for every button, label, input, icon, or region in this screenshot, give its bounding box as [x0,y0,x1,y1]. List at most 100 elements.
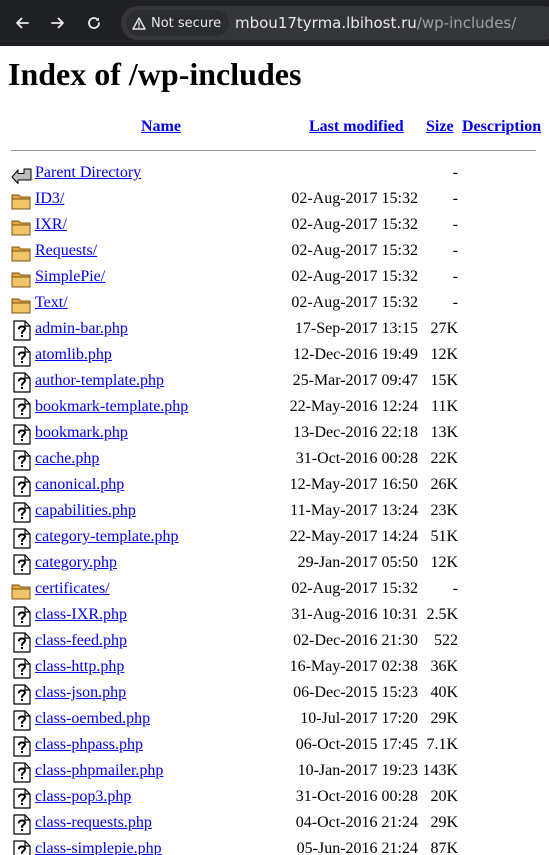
last-modified: 31-Oct-2016 00:28 [295,788,418,805]
file-link[interactable]: class-IXR.php [35,606,127,624]
file-link[interactable]: class-phpmailer.php [35,762,163,780]
unknown-file-icon [11,320,32,341]
file-size: - [452,190,458,207]
last-modified: 12-Dec-2016 19:49 [293,346,418,363]
file-row: admin-bar.php 17-Sep-2017 13:15 27K [0,317,549,343]
forward-button[interactable] [44,9,72,37]
folder-icon [11,242,32,263]
url-text[interactable]: mbou17tyrma.lbihost.ru/wp-includes/ [235,14,516,32]
file-link[interactable]: class-json.php [35,684,126,702]
parent-directory-row: Parent Directory - [0,161,549,187]
unknown-file-icon [11,710,32,731]
file-link[interactable]: SimplePie/ [35,268,105,286]
file-link[interactable]: category.php [35,554,117,572]
file-row: IXR/02-Aug-2017 15:32 - [0,213,549,239]
security-chip[interactable]: Not secure [126,10,230,36]
file-link[interactable]: IXR/ [35,216,67,234]
file-link[interactable]: class-http.php [35,658,124,676]
file-row: class-json.php 06-Dec-2015 15:23 40K [0,681,549,707]
file-link[interactable]: atomlib.php [35,346,112,364]
file-row: certificates/02-Aug-2017 15:32 - [0,577,549,603]
last-modified: 11-May-2017 13:24 [290,502,418,519]
file-row: class-requests.php 04-Oct-2016 21:24 29K [0,811,549,837]
file-link[interactable]: class-oembed.php [35,710,150,728]
file-link[interactable]: class-pop3.php [35,788,131,806]
file-row: category-template.php 22-May-2017 14:24 51… [0,525,549,551]
unknown-file-icon [11,632,32,653]
folder-icon [11,190,32,211]
last-modified: 02-Aug-2017 15:32 [291,268,418,285]
file-link[interactable]: category-template.php [35,528,179,546]
file-link[interactable]: certificates/ [35,580,110,598]
last-modified: 02-Aug-2017 15:32 [291,190,418,207]
file-size: 26K [430,476,458,493]
last-modified: 02-Dec-2016 21:30 [293,632,418,649]
warning-triangle-icon [132,16,146,30]
file-link[interactable]: class-simplepie.php [35,840,162,855]
file-link[interactable]: capabilities.php [35,502,136,520]
last-modified: 25-Mar-2017 09:47 [292,372,418,389]
file-link[interactable]: class-requests.php [35,814,152,832]
file-row: bookmark-template.php 22-May-2016 12:24 11… [0,395,549,421]
file-link[interactable]: cache.php [35,450,99,468]
file-link[interactable]: bookmark.php [35,424,128,442]
file-link[interactable]: canonical.php [35,476,124,494]
file-link[interactable]: Requests/ [35,242,97,260]
column-header-name[interactable]: Name [141,118,181,136]
file-row: class-IXR.php 31-Aug-2016 10:31 2.5K [0,603,549,629]
arrow-right-icon [51,17,64,29]
file-row: class-simplepie.php 05-Jun-2016 21:24 87K [0,837,549,855]
file-size: 27K [430,320,458,337]
file-link[interactable]: class-feed.php [35,632,127,650]
file-size: 22K [430,450,458,467]
unknown-file-icon [11,502,32,523]
unknown-file-icon [11,814,32,835]
last-modified: 10-Jul-2017 17:20 [300,710,418,727]
last-modified: 13-Dec-2016 22:18 [293,424,418,441]
back-button[interactable] [8,9,36,37]
last-modified: 12-May-2017 16:50 [289,476,418,493]
last-modified: 06-Oct-2015 17:45 [295,736,418,753]
file-row: category.php 29-Jan-2017 05:50 12K [0,551,549,577]
column-header-description[interactable]: Description [462,118,541,136]
last-modified: 02-Aug-2017 15:32 [291,242,418,259]
file-link[interactable]: author-template.php [35,372,164,390]
file-row: atomlib.php 12-Dec-2016 19:49 12K [0,343,549,369]
file-link[interactable]: ID3/ [35,190,64,208]
file-row: Text/02-Aug-2017 15:32 - [0,291,549,317]
file-row: capabilities.php 11-May-2017 13:24 23K [0,499,549,525]
file-link[interactable]: Text/ [35,294,68,312]
file-link[interactable]: class-phpass.php [35,736,143,754]
page-content: Index of /wp-includes Name Last modified… [0,46,549,855]
file-size: - [452,580,458,597]
unknown-file-icon [11,424,32,445]
last-modified: 10-Jan-2017 19:23 [297,762,418,779]
file-row: class-phpass.php 06-Oct-2015 17:45 7.1K [0,733,549,759]
file-size: - [452,216,458,233]
last-modified: 31-Aug-2016 10:31 [291,606,418,623]
unknown-file-icon [11,762,32,783]
file-link[interactable]: bookmark-template.php [35,398,188,416]
file-size: - [452,268,458,285]
file-size: - [452,242,458,259]
file-size: 29K [430,710,458,727]
address-bar[interactable]: Not secure mbou17tyrma.lbihost.ru/wp-inc… [121,6,549,40]
last-modified: 04-Oct-2016 21:24 [295,814,418,831]
unknown-file-icon [11,554,32,575]
last-modified: 31-Oct-2016 00:28 [295,450,418,467]
unknown-file-icon [11,372,32,393]
column-header-size[interactable]: Size [426,118,454,136]
file-size: 20K [430,788,458,805]
file-row: class-phpmailer.php 10-Jan-2017 19:23 143K [0,759,549,785]
file-size: 7.1K [426,736,458,753]
parent-directory-link[interactable]: Parent Directory [35,164,141,182]
file-row: class-feed.php 02-Dec-2016 21:30 522 [0,629,549,655]
last-modified: 02-Aug-2017 15:32 [291,580,418,597]
last-modified: 05-Jun-2016 21:24 [296,840,418,855]
file-row: bookmark.php 13-Dec-2016 22:18 13K [0,421,549,447]
file-link[interactable]: admin-bar.php [35,320,128,338]
column-header-last-modified[interactable]: Last modified [309,118,404,136]
folder-icon [11,580,32,601]
file-size: 40K [430,684,458,701]
reload-button[interactable] [80,9,108,37]
